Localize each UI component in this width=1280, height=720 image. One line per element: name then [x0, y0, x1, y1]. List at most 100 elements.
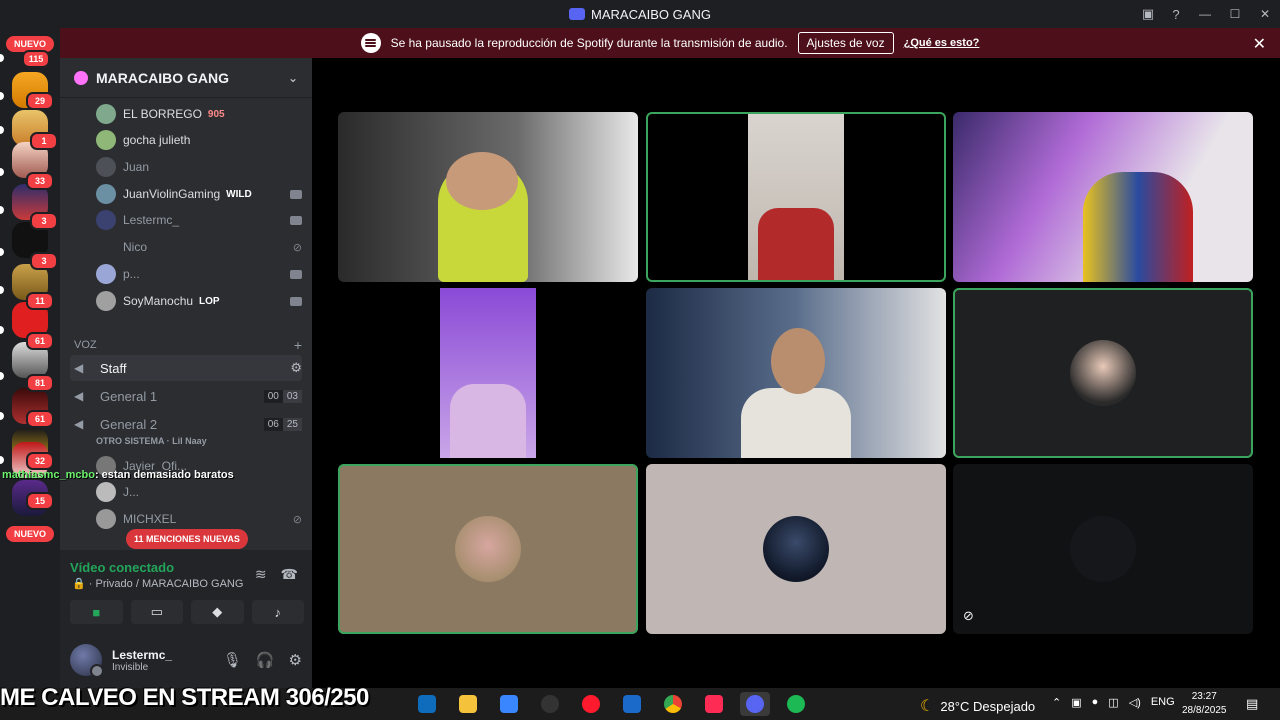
mic-muted-icon: ⊘ [292, 513, 302, 526]
opera-icon[interactable] [576, 692, 606, 716]
unread-pill [0, 126, 4, 134]
video-tile[interactable] [953, 112, 1253, 282]
minimize-button[interactable]: — [1190, 0, 1220, 28]
user-count: 00 [263, 389, 283, 403]
voice-channel-staff[interactable]: ◀ Staff ⚙ [70, 355, 302, 381]
member-name: EL BORREGO [123, 107, 202, 121]
microphone-icon[interactable]: 🎙 [223, 651, 242, 669]
participant-face [446, 152, 518, 210]
voice-member[interactable]: MICHXEL ⊘ [96, 507, 302, 531]
tiktok-icon[interactable] [699, 692, 729, 716]
video-tile[interactable] [338, 112, 638, 282]
video-tile[interactable] [646, 464, 946, 634]
guild-header[interactable]: MARACAIBO GANG ⌄ [60, 58, 312, 98]
mention-badge: 29 [26, 92, 54, 110]
avatar[interactable] [70, 644, 104, 678]
avatar [96, 482, 116, 502]
unread-pill [0, 456, 4, 464]
close-notice-icon[interactable]: ✕ [1253, 34, 1266, 54]
member-name: gocha julieth [123, 133, 191, 147]
noise-suppression-icon[interactable]: ≋ [255, 566, 267, 583]
mic-muted-icon: ⊘ [292, 241, 302, 254]
voice-channel-general-1[interactable]: ◀ General 1 00 03 [70, 383, 302, 409]
voice-member[interactable]: JuanViolinGaming WILD [96, 182, 302, 206]
mention-badge: 11 [26, 292, 54, 310]
chevron-down-icon[interactable]: ⌄ [288, 71, 298, 85]
voice-member[interactable]: Nico ⊘ [96, 235, 302, 259]
gear-icon[interactable]: ⚙ [290, 360, 302, 376]
video-tile[interactable] [646, 112, 946, 282]
user-limit: 03 [282, 389, 302, 403]
avatar [455, 516, 521, 582]
voice-member[interactable]: Juan [96, 155, 302, 179]
voice-member[interactable]: p... [96, 262, 302, 286]
connected-channel[interactable]: 🔒 · Privado / MARACAIBO GANG [72, 577, 243, 590]
help-icon[interactable]: ? [1162, 0, 1190, 28]
microphone-tray-icon[interactable]: ● [1092, 696, 1099, 709]
camera-icon [290, 215, 302, 225]
file-explorer-icon[interactable] [453, 692, 483, 716]
clock[interactable]: 23:27 28/8/2025 [1182, 690, 1227, 718]
notification-center-icon[interactable]: ▤ [1246, 696, 1258, 712]
member-name: Nico [123, 240, 148, 254]
voice-channel-name: General 1 [100, 388, 158, 404]
speaker-icon: ◀ [74, 389, 84, 403]
stream-goal-overlay: ME CALVEO EN STREAM 306/250 [0, 684, 369, 711]
outlook-icon[interactable] [412, 692, 442, 716]
mention-badge: 3 [30, 212, 58, 230]
headphones-icon[interactable]: 🎧 [256, 651, 275, 669]
avatar [96, 130, 116, 150]
chrome-icon[interactable] [658, 692, 688, 716]
mention-badge: 115 [22, 50, 50, 68]
user-info[interactable]: Lestermc_ Invisible [112, 648, 172, 673]
unread-pill [0, 92, 4, 100]
weather-widget[interactable]: ☾ 28°C Despejado [920, 696, 1035, 716]
discord-icon[interactable] [740, 692, 770, 716]
voice-category[interactable]: VOZ + [74, 337, 302, 353]
maximize-button[interactable]: ☐ [1220, 0, 1250, 28]
close-window-button[interactable]: ✕ [1250, 0, 1280, 28]
camera-button[interactable]: ■ [70, 600, 123, 624]
title-bar-controls: ▣ ? — ☐ ✕ [1134, 0, 1280, 28]
voice-panel-icons: ≋ ☎ [255, 566, 298, 583]
activities-button[interactable]: ◆ [191, 600, 244, 624]
obs-icon[interactable] [535, 692, 565, 716]
video-tile[interactable] [646, 288, 946, 458]
gear-icon[interactable]: ⚙ [289, 651, 302, 669]
new-mentions-pill[interactable]: 11 MENCIONES NUEVAS [126, 529, 248, 549]
unread-pill [0, 206, 4, 214]
connection-status[interactable]: Vídeo conectado [70, 560, 174, 575]
channel-activity: OTRO SISTEMA · Lil Naay [96, 436, 207, 446]
voice-member[interactable]: EL BORREGO 905 [96, 102, 302, 126]
screen-share-button[interactable]: ▭ [130, 600, 183, 624]
voice-channel-general-2[interactable]: ◀ General 2 06 25 [70, 411, 302, 437]
tray-app-icon[interactable]: ▣ [1071, 696, 1081, 709]
voice-member[interactable]: J... [96, 480, 302, 504]
video-tile[interactable] [338, 288, 638, 458]
video-tile[interactable] [953, 288, 1253, 458]
soundboard-button[interactable]: ♪ [251, 600, 304, 624]
system-tray: ⌃ ▣ ● ◫ ◁) ENG [1052, 696, 1175, 709]
boost-icon [74, 70, 88, 85]
voice-member[interactable]: SoyManochu LOP [96, 289, 302, 313]
inbox-icon[interactable]: ▣ [1134, 0, 1162, 28]
voice-member[interactable]: gocha julieth [96, 128, 302, 152]
video-tile[interactable] [338, 464, 638, 634]
spotify-taskbar-icon[interactable] [781, 692, 811, 716]
what-is-this-link[interactable]: ¿Qué es esto? [904, 37, 980, 49]
store-icon[interactable] [494, 692, 524, 716]
network-icon[interactable]: ◫ [1108, 696, 1118, 709]
new-badge-bottom[interactable]: NUEVO [6, 526, 54, 542]
member-tag: LOP [199, 295, 220, 307]
volume-icon[interactable]: ◁) [1129, 696, 1141, 709]
window-title-text: MARACAIBO GANG [591, 6, 711, 22]
voice-member[interactable]: Lestermc_ [96, 208, 302, 232]
disconnect-icon[interactable]: ☎ [281, 566, 298, 583]
create-channel-icon[interactable]: + [294, 337, 302, 353]
notice-text: Se ha pausado la reproducción de Spotify… [390, 36, 788, 50]
voice-settings-button[interactable]: Ajustes de voz [797, 32, 894, 54]
app-icon[interactable] [617, 692, 647, 716]
chevron-up-icon[interactable]: ⌃ [1052, 696, 1061, 709]
input-language[interactable]: ENG [1151, 696, 1175, 709]
video-tile[interactable]: ⊘ [953, 464, 1253, 634]
